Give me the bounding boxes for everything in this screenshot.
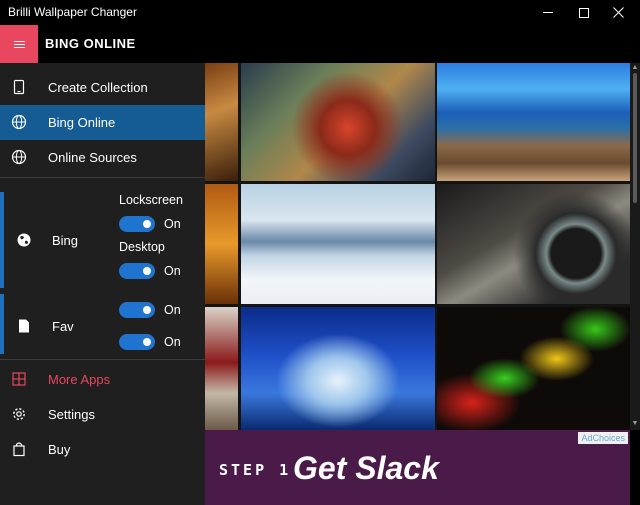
maximize-icon: [579, 7, 589, 18]
toggle-knob: [143, 306, 151, 314]
divider: [0, 359, 205, 360]
app-header: BING ONLINE: [0, 25, 640, 63]
grid-icon: [12, 372, 26, 386]
nav-buy-label: Buy: [48, 442, 71, 457]
gear-icon: [13, 408, 25, 420]
page-title: BING ONLINE: [45, 36, 136, 51]
sidebar: Create Collection Bing Online Online Sou…: [0, 63, 205, 505]
close-icon: [612, 7, 624, 18]
scrollbar-thumb[interactable]: [633, 73, 637, 203]
adchoices-badge[interactable]: AdChoices: [578, 432, 628, 444]
globe-icon: [11, 114, 27, 130]
wallpaper-gallery: [205, 63, 630, 430]
nav-create-collection[interactable]: Create Collection: [0, 70, 205, 105]
gallery-scrollbar[interactable]: ▲ ▼: [630, 63, 640, 430]
source-fav-name: Fav: [52, 319, 74, 334]
globe-icon: [11, 149, 27, 165]
lockscreen-toggle[interactable]: [119, 216, 155, 232]
title-bar: Brilli Wallpaper Changer: [0, 0, 640, 25]
nav-bing-online[interactable]: Bing Online: [0, 105, 205, 140]
nav-more-apps-label: More Apps: [48, 372, 111, 387]
wallpaper-thumbnail[interactable]: [241, 184, 435, 304]
nav-bing-online-label: Bing Online: [48, 115, 116, 130]
fav-toggle-1[interactable]: [119, 302, 155, 318]
nav-online-sources-label: Online Sources: [48, 150, 137, 165]
lockscreen-state: On: [164, 217, 181, 231]
advertisement-banner[interactable]: AdChoices STEP 1 Get Slack: [205, 430, 630, 505]
toggle-knob: [143, 220, 151, 228]
hamburger-line: [13, 43, 25, 45]
window-title: Brilli Wallpaper Changer: [8, 5, 137, 19]
source-bing-name: Bing: [52, 233, 79, 248]
desktop-label: Desktop: [119, 240, 165, 254]
wallpaper-thumbnail[interactable]: [205, 184, 238, 304]
document-icon: [19, 319, 29, 333]
hamburger-line: [13, 46, 25, 48]
nav-more-apps[interactable]: More Apps: [0, 362, 205, 397]
wallpaper-thumbnail[interactable]: [437, 184, 630, 304]
wallpaper-thumbnail[interactable]: [437, 307, 630, 430]
ad-step-text: STEP 1: [219, 461, 292, 479]
divider: [0, 177, 205, 178]
wallpaper-thumbnail[interactable]: [241, 307, 435, 430]
fav-toggle-2[interactable]: [119, 334, 155, 350]
fav-toggle-2-state: On: [164, 335, 181, 349]
source-accent-bar: [0, 294, 4, 354]
hamburger-line: [13, 40, 25, 42]
nav-buy[interactable]: Buy: [0, 432, 205, 467]
desktop-toggle[interactable]: [119, 263, 155, 279]
tablet-icon: [13, 79, 25, 95]
shopping-bag-icon: [13, 442, 25, 457]
wallpaper-thumbnail[interactable]: [241, 63, 435, 181]
wallpaper-thumbnail[interactable]: [205, 307, 238, 430]
desktop-state: On: [164, 264, 181, 278]
wallpaper-thumbnail[interactable]: [437, 63, 630, 181]
nav-online-sources[interactable]: Online Sources: [0, 140, 205, 175]
source-fav: Fav On On: [0, 294, 205, 354]
wallpaper-thumbnail[interactable]: [205, 63, 238, 181]
nav-create-collection-label: Create Collection: [48, 80, 148, 95]
toggle-knob: [143, 267, 151, 275]
toggle-knob: [143, 338, 151, 346]
scroll-down-icon[interactable]: ▼: [631, 420, 639, 428]
ad-headline: Get Slack: [293, 450, 439, 486]
lockscreen-label: Lockscreen: [119, 193, 183, 207]
world-icon: [17, 233, 31, 247]
source-bing: Bing Lockscreen On Desktop On: [0, 192, 205, 288]
fav-toggle-1-state: On: [164, 303, 181, 317]
minimize-icon: [543, 12, 553, 13]
nav-settings-label: Settings: [48, 407, 95, 422]
close-button[interactable]: [595, 0, 640, 25]
hamburger-menu-button[interactable]: [0, 25, 38, 63]
source-accent-bar: [0, 192, 4, 288]
scroll-up-icon[interactable]: ▲: [631, 64, 639, 72]
nav-settings[interactable]: Settings: [0, 397, 205, 432]
